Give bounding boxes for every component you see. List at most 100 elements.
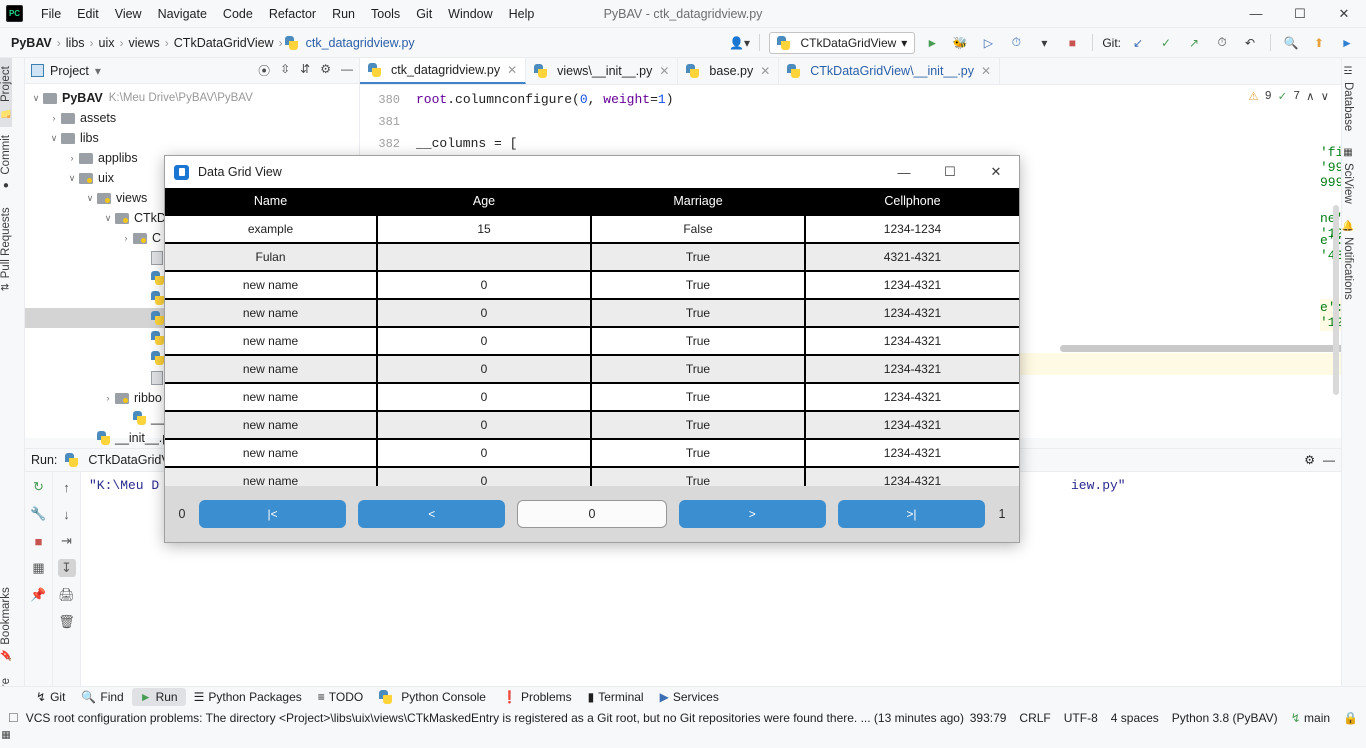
table-cell[interactable]: True	[592, 272, 806, 300]
sidebar-item-commit[interactable]: ● Commit	[0, 127, 12, 199]
layout-icon[interactable]: ▦	[30, 559, 48, 577]
table-cell[interactable]: 0	[378, 328, 592, 356]
prev-problem-icon[interactable]: ∧	[1306, 89, 1314, 104]
gear-icon[interactable]: ⚙	[320, 62, 331, 79]
table-cell[interactable]: Fulan	[165, 244, 378, 272]
git-branch-widget[interactable]: ↯ main	[1291, 711, 1330, 725]
column-header[interactable]: Marriage	[592, 188, 806, 216]
menu-code[interactable]: Code	[215, 4, 261, 24]
table-cell[interactable]: 1234-4321	[806, 272, 1019, 300]
table-row[interactable]: new name 0 True 1234-4321	[165, 272, 1019, 300]
soft-wrap-icon[interactable]: ⇥	[58, 532, 76, 550]
menu-edit[interactable]: Edit	[69, 4, 107, 24]
tree-node[interactable]: ∨ libs	[25, 128, 359, 148]
dialog-minimize-button[interactable]: —	[881, 156, 927, 188]
table-cell[interactable]: 1234-4321	[806, 468, 1019, 486]
table-cell[interactable]: 1234-1234	[806, 216, 1019, 244]
table-cell[interactable]: True	[592, 468, 806, 486]
breadcrumb-uix[interactable]: uix	[96, 36, 118, 50]
first-page-button[interactable]: |<	[199, 500, 347, 528]
horizontal-scrollbar[interactable]	[1060, 345, 1341, 352]
table-cell[interactable]: 0	[378, 356, 592, 384]
tab-base[interactable]: base.py ✕	[678, 58, 780, 84]
tree-expand-arrow-icon[interactable]: ∨	[65, 173, 79, 184]
close-button[interactable]: ✕	[1322, 0, 1366, 28]
caret-position[interactable]: 393:79	[970, 711, 1007, 725]
sidebar-item-pull-requests[interactable]: ⇅ Pull Requests	[0, 199, 12, 299]
breadcrumb-ctkdatagridview[interactable]: CTkDataGridView	[171, 36, 277, 50]
tab-views-init[interactable]: views\__init__.py ✕	[526, 58, 679, 84]
table-cell[interactable]: 1234-4321	[806, 440, 1019, 468]
column-header[interactable]: Age	[378, 188, 592, 216]
dialog-title-bar[interactable]: Data Grid View — ☐ ✕	[165, 156, 1019, 188]
sidebar-item-bookmarks[interactable]: 🔖 Bookmarks	[0, 579, 12, 670]
table-row[interactable]: new name 0 True 1234-4321	[165, 468, 1019, 486]
table-cell[interactable]: False	[592, 216, 806, 244]
lock-icon[interactable]: 🔒	[1343, 711, 1358, 725]
table-cell[interactable]: new name	[165, 300, 378, 328]
gear-icon[interactable]: ⚙	[1304, 453, 1315, 467]
tree-node[interactable]: › assets	[25, 108, 359, 128]
table-row[interactable]: new name 0 True 1234-4321	[165, 356, 1019, 384]
breadcrumb-libs[interactable]: libs	[63, 36, 88, 50]
table-cell[interactable]: 1234-4321	[806, 300, 1019, 328]
table-cell[interactable]: 1234-4321	[806, 328, 1019, 356]
chevron-down-icon[interactable]: ▾	[1033, 32, 1055, 54]
last-page-button[interactable]: >|	[837, 500, 986, 528]
scroll-to-end-icon[interactable]: ↧	[57, 559, 76, 577]
menu-file[interactable]: File	[33, 4, 69, 24]
close-icon[interactable]: ✕	[507, 63, 517, 77]
sidebar-item-notifications[interactable]: 🔔 Notifications	[1342, 212, 1354, 308]
tree-expand-arrow-icon[interactable]: ›	[119, 233, 133, 243]
table-row[interactable]: new name 0 True 1234-4321	[165, 440, 1019, 468]
stop-icon[interactable]: ■	[30, 532, 48, 550]
search-icon[interactable]: 🔍	[1280, 32, 1302, 54]
table-cell[interactable]: new name	[165, 384, 378, 412]
minimize-button[interactable]: —	[1234, 0, 1278, 28]
update-available-icon[interactable]: ⬆	[1308, 32, 1330, 54]
print-icon[interactable]: 🖨	[58, 586, 76, 604]
bottom-tab-problems[interactable]: ❗ Problems	[494, 688, 580, 706]
python-interpreter[interactable]: Python 3.8 (PyBAV)	[1172, 711, 1278, 725]
table-cell[interactable]: new name	[165, 356, 378, 384]
status-message[interactable]: VCS root configuration problems: The dir…	[26, 711, 964, 725]
bottom-tab-todo[interactable]: ≡ TODO	[310, 688, 371, 706]
tab-ctk-datagridview[interactable]: ctk_datagridview.py ✕	[360, 58, 527, 84]
hide-panel-icon[interactable]: —	[1323, 453, 1335, 467]
git-history-icon[interactable]: ⏱	[1211, 32, 1233, 54]
menu-navigate[interactable]: Navigate	[150, 4, 215, 24]
column-header[interactable]: Cellphone	[806, 188, 1019, 216]
tree-expand-arrow-icon[interactable]: ›	[101, 393, 115, 403]
previous-page-button[interactable]: <	[358, 500, 506, 528]
bottom-tab-run[interactable]: ► Run	[131, 688, 186, 706]
table-cell[interactable]	[378, 244, 592, 272]
bottom-tab-find[interactable]: 🔍 Find	[73, 688, 131, 706]
table-cell[interactable]: True	[592, 412, 806, 440]
chevron-down-icon[interactable]: ▾	[95, 64, 101, 78]
vertical-scrollbar[interactable]	[1333, 205, 1339, 395]
ide-run-icon[interactable]: ►	[1336, 32, 1358, 54]
dialog-maximize-button[interactable]: ☐	[927, 156, 973, 188]
table-cell[interactable]: 1234-4321	[806, 384, 1019, 412]
run-button[interactable]: ►	[921, 32, 943, 54]
locate-file-icon[interactable]: ⦿	[258, 62, 270, 79]
tab-ctkdatagridview-init[interactable]: CTkDataGridView\__init__.py ✕	[779, 58, 1001, 84]
sidebar-item-project[interactable]: 📁 Project	[0, 58, 12, 128]
table-cell[interactable]: new name	[165, 272, 378, 300]
git-push-icon[interactable]: ↗	[1183, 32, 1205, 54]
table-cell[interactable]: 0	[378, 412, 592, 440]
scroll-up-icon[interactable]: ↑	[58, 478, 76, 496]
stop-button[interactable]: ■	[1061, 32, 1083, 54]
maximize-button[interactable]: ☐	[1278, 0, 1322, 28]
run-coverage-button[interactable]: ▷	[977, 32, 999, 54]
table-cell[interactable]: 0	[378, 300, 592, 328]
sidebar-item-database[interactable]: ☲ Database	[1342, 58, 1354, 139]
menu-refactor[interactable]: Refactor	[261, 4, 324, 24]
table-cell[interactable]: new name	[165, 412, 378, 440]
line-separator[interactable]: CRLF	[1019, 711, 1050, 725]
table-cell[interactable]: new name	[165, 328, 378, 356]
table-cell[interactable]: True	[592, 244, 806, 272]
menu-help[interactable]: Help	[501, 4, 543, 24]
bottom-tab-services[interactable]: ▶ Services	[652, 688, 727, 706]
bottom-tab-git[interactable]: ↯ Git	[28, 688, 73, 706]
